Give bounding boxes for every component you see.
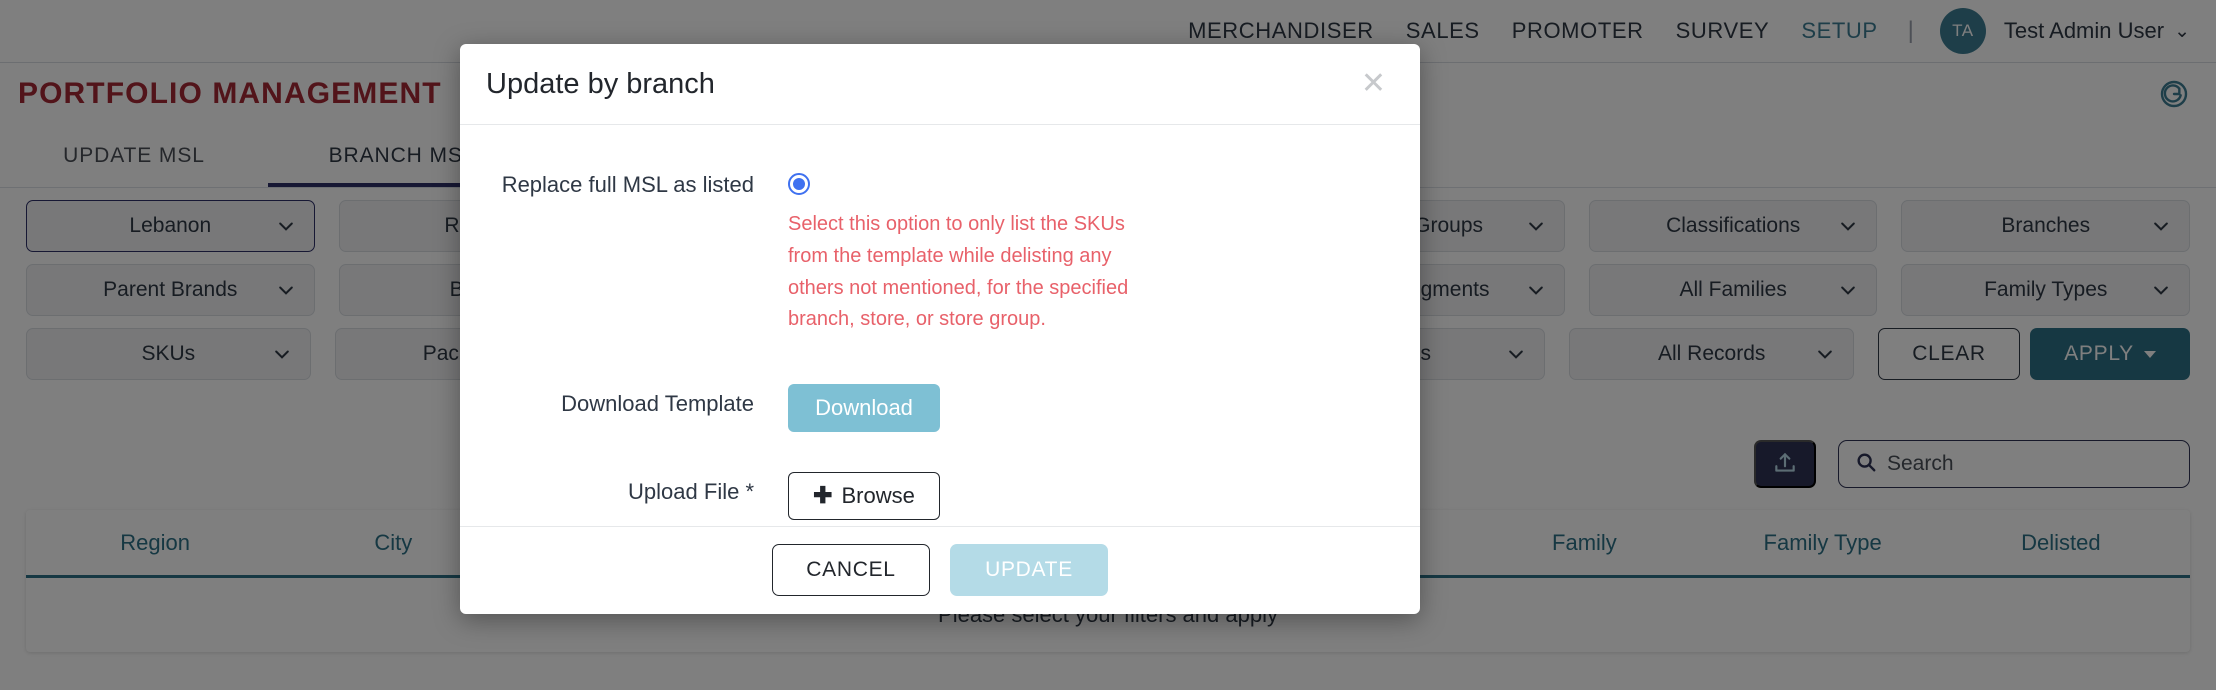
replace-msl-hint: Select this option to only list the SKUs… [788, 213, 1129, 331]
download-button[interactable]: Download [788, 383, 940, 432]
plus-icon: ✚ [813, 482, 833, 509]
modal-body: Replace full MSL as listed Select this o… [460, 125, 1420, 525]
update-by-branch-dialog: Update by branch ✕ Replace full MSL as l… [460, 44, 1420, 614]
update-button[interactable]: UPDATE [950, 544, 1108, 597]
close-icon[interactable]: ✕ [1357, 63, 1390, 105]
browse-button[interactable]: ✚ Browse [788, 471, 940, 520]
form-row-download-template: Download Template Download [488, 383, 1378, 432]
replace-msl-control: Select this option to only list the SKUs… [788, 165, 1378, 335]
modal-header: Update by branch ✕ [460, 44, 1420, 126]
modal-title: Update by branch [486, 67, 715, 100]
download-template-label: Download Template [561, 390, 754, 416]
modal-layer: Update by branch ✕ Replace full MSL as l… [0, 0, 2216, 690]
form-row-upload-file: Upload File * ✚ Browse [488, 471, 1378, 520]
replace-msl-label: Replace full MSL as listed [501, 172, 754, 198]
download-template-control: Download [788, 383, 1378, 432]
upload-file-control: ✚ Browse [788, 471, 1378, 520]
cancel-button[interactable]: CANCEL [772, 544, 930, 597]
modal-footer: CANCEL UPDATE [460, 525, 1420, 614]
browse-button-label: Browse [841, 482, 915, 508]
upload-file-label: Upload File * [628, 478, 754, 504]
replace-msl-radio[interactable] [788, 173, 810, 196]
form-row-replace-msl: Replace full MSL as listed Select this o… [488, 165, 1378, 335]
